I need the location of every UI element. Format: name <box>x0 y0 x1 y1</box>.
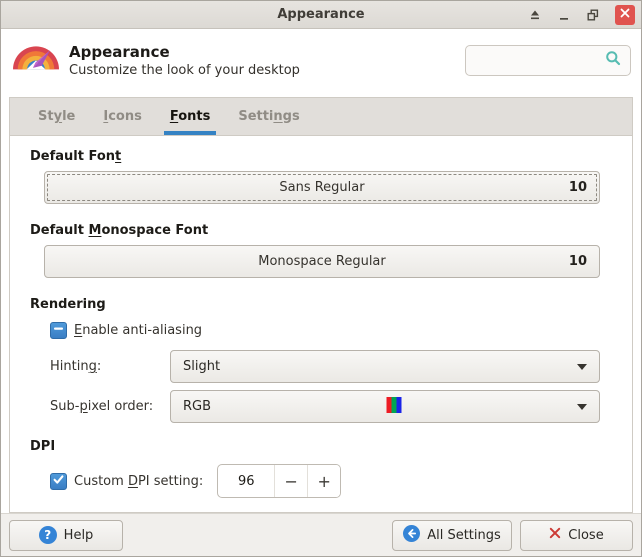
help-button-label: Help <box>63 527 94 543</box>
minimize-icon <box>558 9 570 21</box>
custom-dpi-label[interactable]: Custom DPI setting: <box>74 474 203 489</box>
default-mono-heading: Default Monospace Font <box>30 223 209 238</box>
default-mono-button[interactable]: Monospace Regular 10 <box>44 245 600 278</box>
subpixel-value: RGB <box>183 399 212 414</box>
shade-button[interactable] <box>527 7 543 23</box>
default-font-heading: Default Font <box>30 149 122 164</box>
header: Appearance Customize the look of your de… <box>1 29 641 91</box>
antialias-row: Enable anti-aliasing <box>50 319 612 341</box>
settings-notebook: Style Icons Fonts Settings Default Font … <box>9 97 633 513</box>
antialias-checkbox[interactable] <box>50 321 67 339</box>
close-button[interactable]: Close <box>520 519 633 551</box>
close-window-button[interactable] <box>615 4 635 25</box>
main-area: Style Icons Fonts Settings Default Font … <box>1 91 641 513</box>
subpixel-row: Sub-pixel order: RGB <box>50 390 600 423</box>
dpi-value[interactable]: 96 <box>218 465 274 497</box>
close-window-icon <box>620 7 630 22</box>
close-icon <box>549 527 561 543</box>
default-font-button[interactable]: Sans Regular 10 <box>44 171 600 204</box>
dpi-increment-button[interactable]: + <box>307 465 341 497</box>
rgb-stripes-icon <box>386 396 402 417</box>
help-icon: ? <box>38 526 57 544</box>
appearance-app-icon <box>13 37 59 83</box>
tab-settings[interactable]: Settings <box>224 98 313 135</box>
shade-icon <box>529 9 541 21</box>
all-settings-button[interactable]: All Settings <box>392 519 512 551</box>
tab-style-label: Style <box>38 109 76 124</box>
custom-dpi-row: Custom DPI setting: 96 − + <box>50 464 612 498</box>
hinting-row: Hinting: Slight <box>50 350 600 383</box>
minimize-button[interactable] <box>556 7 572 23</box>
chevron-down-icon <box>577 363 587 370</box>
default-mono-value: Monospace Regular <box>258 254 386 269</box>
indeterminate-mark-icon <box>53 323 64 338</box>
fonts-tab-content: Default Font Sans Regular 10 Default Mon… <box>10 136 632 512</box>
search-input[interactable] <box>475 52 605 68</box>
action-bar: ? Help All Settings Close <box>1 513 641 556</box>
dpi-decrement-button[interactable]: − <box>274 465 308 497</box>
back-arrow-icon <box>403 524 421 546</box>
tab-settings-label: Settings <box>238 109 300 124</box>
chevron-down-icon <box>577 403 587 410</box>
window-controls <box>527 4 635 25</box>
tab-bar: Style Icons Fonts Settings <box>10 98 632 136</box>
custom-dpi-checkbox[interactable] <box>50 472 67 490</box>
tab-fonts-label: Fonts <box>169 109 211 124</box>
restore-icon <box>587 9 599 21</box>
default-mono-size: 10 <box>568 254 587 269</box>
page-title: Appearance <box>69 42 170 61</box>
hinting-value: Slight <box>183 359 221 374</box>
default-font-value: Sans Regular <box>279 180 365 195</box>
checkmark-icon <box>52 473 65 490</box>
antialias-label[interactable]: Enable anti-aliasing <box>74 323 202 338</box>
help-button[interactable]: ? Help <box>9 519 123 551</box>
all-settings-button-label: All Settings <box>427 527 501 543</box>
maximize-button[interactable] <box>585 7 601 23</box>
hinting-dropdown[interactable]: Slight <box>170 350 600 383</box>
search-icon <box>605 50 621 70</box>
subpixel-label: Sub-pixel order: <box>50 399 154 414</box>
dpi-heading: DPI <box>30 439 56 454</box>
page-subtitle: Customize the look of your desktop <box>69 62 300 78</box>
subpixel-dropdown[interactable]: RGB <box>170 390 600 423</box>
hinting-label: Hinting: <box>50 359 102 374</box>
titlebar[interactable]: Appearance <box>1 1 641 29</box>
tab-style[interactable]: Style <box>24 98 89 135</box>
dpi-spinbox: 96 − + <box>217 464 342 498</box>
default-font-size: 10 <box>568 180 587 195</box>
tab-icons[interactable]: Icons <box>89 98 155 135</box>
search-box[interactable] <box>465 44 631 76</box>
header-titles: Appearance Customize the look of your de… <box>69 43 300 78</box>
appearance-window: Appearance Appearance Customize the look… <box>0 0 642 557</box>
tab-fonts[interactable]: Fonts <box>156 98 225 135</box>
rendering-heading: Rendering <box>30 297 106 312</box>
close-button-label: Close <box>568 527 604 543</box>
tab-icons-label: Icons <box>103 109 142 124</box>
